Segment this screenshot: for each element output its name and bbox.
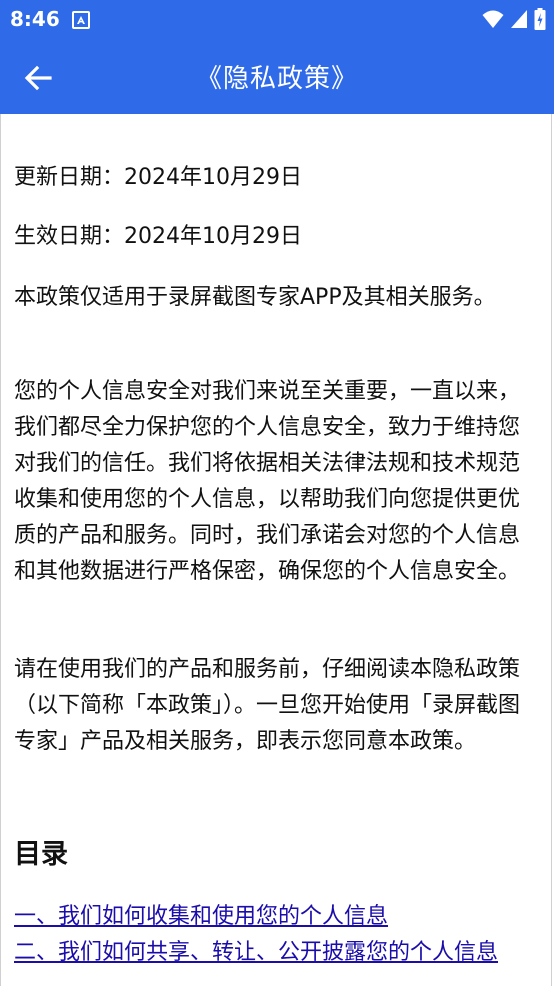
wifi-icon <box>482 10 504 28</box>
toc-link-collect[interactable]: 一、我们如何收集和使用您的个人信息 <box>14 900 544 934</box>
consent-paragraph: 请在使用我们的产品和服务前，仔细阅读本隐私政策（以下简称「本政策」）。一旦您开始… <box>14 657 521 754</box>
scope-paragraph: 本政策仅适用于录屏截图专家APP及其相关服务。 <box>14 285 496 310</box>
update-date: 更新日期：2024年10月29日 <box>14 165 302 190</box>
toc-link-share[interactable]: 二、我们如何共享、转让、公开披露您的个人信息 <box>14 936 544 970</box>
battery-icon <box>534 8 546 30</box>
page-title: 《隐私政策》 <box>195 64 358 94</box>
signal-icon <box>511 10 527 28</box>
toc-heading: 目录 <box>14 839 68 870</box>
status-time: 8:46 <box>10 7 60 31</box>
status-bar: 8:46 <box>0 0 554 38</box>
app-toolbar: 《隐私政策》 <box>0 38 554 114</box>
effective-date: 生效日期：2024年10月29日 <box>14 224 302 249</box>
intro-paragraph: 您的个人信息安全对我们来说至关重要，一直以来，我们都尽全力保护您的个人信息安全，… <box>14 379 521 584</box>
notification-icon <box>72 11 90 29</box>
policy-content[interactable]: 更新日期：2024年10月29日 生效日期：2024年10月29日 本政策仅适用… <box>0 114 552 986</box>
